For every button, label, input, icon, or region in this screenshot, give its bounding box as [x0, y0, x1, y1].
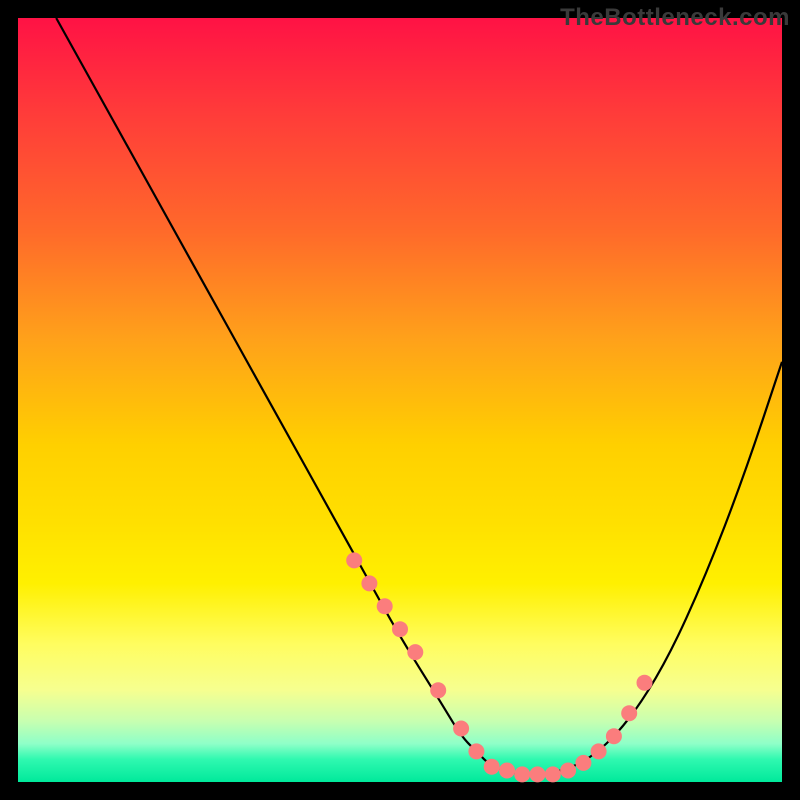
marker-dot: [346, 552, 362, 568]
marker-dot: [514, 766, 530, 782]
marker-dots: [346, 552, 652, 782]
marker-dot: [637, 675, 653, 691]
marker-dot: [530, 766, 546, 782]
chart-svg: [18, 18, 782, 782]
marker-dot: [377, 598, 393, 614]
chart-frame: TheBottleneck.com: [0, 0, 800, 800]
marker-dot: [392, 621, 408, 637]
plot-area: [18, 18, 782, 782]
marker-dot: [407, 644, 423, 660]
watermark-text: TheBottleneck.com: [560, 4, 790, 32]
marker-dot: [560, 763, 576, 779]
marker-dot: [361, 575, 377, 591]
marker-dot: [545, 766, 561, 782]
marker-dot: [430, 682, 446, 698]
marker-dot: [621, 705, 637, 721]
marker-dot: [591, 743, 607, 759]
marker-dot: [484, 759, 500, 775]
marker-dot: [499, 763, 515, 779]
curve-line: [56, 18, 782, 774]
marker-dot: [606, 728, 622, 744]
marker-dot: [453, 721, 469, 737]
marker-dot: [468, 743, 484, 759]
marker-dot: [575, 755, 591, 771]
